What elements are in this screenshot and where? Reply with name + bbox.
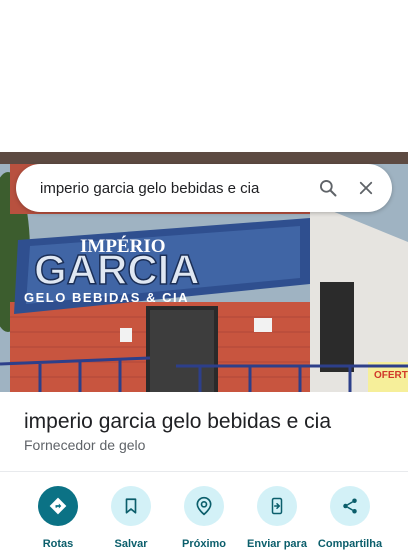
nearby-button[interactable]: Próximo xyxy=(164,486,244,550)
share-icon xyxy=(343,498,357,514)
sign-bottom-text: GELO BEBIDAS & CIA xyxy=(24,290,189,305)
top-blank-area xyxy=(0,0,408,152)
action-bar: Rotas Salvar Próximo Enviar para Compart… xyxy=(0,472,408,550)
search-icon xyxy=(320,180,337,197)
send-to-phone-icon xyxy=(271,497,283,515)
directions-label: Rotas xyxy=(42,538,74,550)
save-button[interactable]: Salvar xyxy=(91,486,171,550)
search-button[interactable] xyxy=(316,176,340,200)
share-button[interactable]: Compartilha xyxy=(310,486,390,550)
place-title: imperio garcia gelo bebidas e cia xyxy=(24,410,332,433)
search-input[interactable]: imperio garcia gelo bebidas e cia xyxy=(16,180,316,197)
send-to-phone-label: Enviar para xyxy=(247,538,307,550)
sign-main-text: GARCIA xyxy=(34,246,200,293)
save-label: Salvar xyxy=(114,538,148,550)
place-info: imperio garcia gelo bebidas e cia Fornec… xyxy=(0,392,408,472)
clear-button[interactable] xyxy=(354,176,378,200)
search-bar[interactable]: imperio garcia gelo bebidas e cia xyxy=(16,164,392,212)
nearby-icon xyxy=(196,496,212,516)
directions-button[interactable]: Rotas xyxy=(18,486,98,550)
poster-text: OFERT xyxy=(374,370,408,381)
send-to-phone-button[interactable]: Enviar para xyxy=(237,486,317,550)
directions-icon xyxy=(49,497,67,515)
close-icon xyxy=(359,181,373,195)
share-label: Compartilha xyxy=(317,538,383,550)
place-category: Fornecedor de gelo xyxy=(24,437,146,453)
nearby-label: Próximo xyxy=(181,538,226,550)
bookmark-icon xyxy=(125,498,137,514)
